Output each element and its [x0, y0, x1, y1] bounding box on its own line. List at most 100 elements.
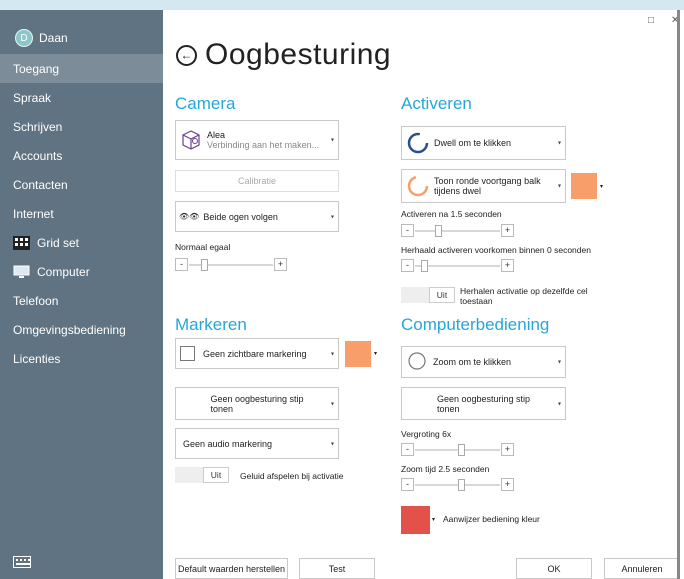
magnifier-icon	[408, 352, 426, 370]
sidebar-item-internet[interactable]: Internet	[0, 199, 163, 228]
slider-thumb[interactable]	[457, 444, 465, 456]
calibration-button[interactable]: Calibratie	[175, 170, 339, 192]
decrease-button[interactable]: -	[401, 443, 414, 456]
decrease-button[interactable]: -	[401, 224, 414, 237]
chevron-down-icon: ▾	[330, 214, 334, 220]
zoom-time-slider[interactable]: - +	[401, 478, 514, 492]
chevron-down-icon: ▾	[330, 441, 334, 447]
zoom-select[interactable]: Zoom om te klikken ▾	[401, 346, 566, 378]
increase-button[interactable]: +	[501, 224, 514, 237]
sidebar-item-schrijven[interactable]: Schrijven	[0, 112, 163, 141]
dwell-circle-icon	[407, 132, 429, 154]
sidebar-item-contacten[interactable]: Contacten	[0, 170, 163, 199]
eye-tracking-label: Beide ogen volgen	[203, 211, 278, 222]
camera-device-status: Verbinding aan het maken...	[207, 140, 320, 150]
activate-after-slider[interactable]: - +	[401, 224, 514, 238]
sidebar-item-label: Computer	[37, 264, 90, 279]
computer-control-heading: Computerbediening	[401, 315, 550, 334]
camera-device-name: Alea	[207, 130, 226, 140]
activate-heading: Activeren	[401, 94, 472, 113]
cancel-button[interactable]: Annuleren	[604, 558, 680, 579]
pointer-color-label: Aanwijzer bediening kleur	[443, 514, 540, 524]
decrease-button[interactable]: -	[175, 258, 188, 271]
sidebar-item-label: Omgevingsbediening	[13, 322, 126, 337]
marking-color-swatch	[345, 341, 371, 367]
marking-color-picker[interactable]: ▾	[342, 338, 380, 369]
progress-line-1: Toon ronde voortgang balk	[434, 176, 541, 186]
magnify-label: Vergroting 6x	[401, 429, 452, 439]
chevron-down-icon: ▾	[600, 184, 604, 190]
sidebar-item-label: Accounts	[13, 148, 63, 163]
audio-marking-select[interactable]: Geen audio markering ▾	[175, 428, 339, 459]
increase-button[interactable]: +	[501, 478, 514, 491]
sidebar-item-label: Telefoon	[13, 293, 59, 308]
eye-tracking-select[interactable]: 👁👁 Beide ogen volgen ▾	[175, 201, 339, 232]
sidebar-item-toegang[interactable]: Toegang	[0, 54, 163, 83]
pointer-color-picker[interactable]: ▾	[401, 503, 439, 534]
progress-bar-select[interactable]: Toon ronde voortgang balk tijdens dwel ▾	[401, 169, 566, 203]
chevron-down-icon: ▾	[557, 140, 561, 147]
increase-button[interactable]: +	[501, 443, 514, 456]
repeat-toggle[interactable]: Uit	[401, 287, 455, 303]
sidebar-item-spraak[interactable]: Spraak	[0, 83, 163, 112]
avatar: D	[15, 29, 33, 47]
sound-toggle-text: Geluid afspelen bij activatie	[240, 471, 344, 481]
keyboard-icon[interactable]	[13, 556, 31, 568]
sidebar-item-accounts[interactable]: Accounts	[0, 141, 163, 170]
camera-cube-icon	[182, 130, 200, 150]
magnify-slider[interactable]: - +	[401, 443, 514, 457]
slider-thumb[interactable]	[421, 260, 429, 272]
repeat-toggle-line-2: toestaan	[460, 296, 493, 306]
toggle-label: Uit	[203, 467, 229, 483]
sidebar-item-omgevingsbediening[interactable]: Omgevingsbediening	[0, 315, 163, 344]
increase-button[interactable]: +	[274, 258, 287, 271]
sidebar-item-label: Schrijven	[13, 119, 63, 134]
chevron-down-icon: ▾	[330, 137, 334, 144]
ok-button[interactable]: OK	[516, 558, 592, 579]
slider-thumb[interactable]	[200, 259, 208, 271]
chevron-down-icon: ▾	[557, 359, 561, 366]
scrollbar[interactable]	[677, 10, 680, 579]
camera-device-select[interactable]: Alea Verbinding aan het maken... ▾	[175, 120, 339, 160]
slider-thumb[interactable]	[457, 479, 465, 491]
sidebar-item-label: Grid set	[37, 235, 80, 250]
chevron-down-icon: ▾	[330, 351, 334, 357]
smoothing-slider[interactable]: - +	[175, 258, 287, 272]
zoom-time-label: Zoom tijd 2.5 seconden	[401, 464, 490, 474]
dwell-select[interactable]: Dwell om te klikken ▾	[401, 126, 566, 160]
activate-after-label: Activeren na 1.5 seconden	[401, 209, 502, 219]
computer-eye-dot-select[interactable]: Geen oogbesturing stip tonen ▾	[401, 387, 566, 420]
sidebar-item-label: Contacten	[13, 177, 68, 192]
progress-color-picker[interactable]: ▾	[569, 169, 607, 203]
progress-ring-icon	[407, 175, 429, 197]
sidebar-item-grid-set[interactable]: Grid set	[0, 228, 163, 257]
back-arrow-icon[interactable]: ←	[176, 44, 197, 66]
sidebar-item-label: Internet	[13, 206, 54, 221]
user-name: Daan	[39, 31, 68, 45]
maximize-button[interactable]: □	[648, 15, 654, 26]
test-button[interactable]: Test	[299, 558, 375, 579]
grid-icon	[13, 235, 30, 250]
slider-thumb[interactable]	[434, 225, 442, 237]
smoothing-label: Normaal egaal	[175, 242, 231, 252]
chevron-down-icon: ▾	[374, 351, 378, 357]
reset-defaults-button[interactable]: Default waarden herstellen	[175, 558, 288, 579]
sidebar-item-label: Licenties	[13, 351, 61, 366]
sidebar-item-licenties[interactable]: Licenties	[0, 344, 163, 373]
sidebar-item-telefoon[interactable]: Telefoon	[0, 286, 163, 315]
chevron-down-icon: ▾	[432, 517, 436, 523]
sidebar-item-label: Toegang	[13, 61, 60, 76]
eye-dot-select[interactable]: Geen oogbesturing stip tonen ▾	[175, 387, 339, 420]
sound-toggle[interactable]: Uit	[175, 467, 229, 483]
decrease-button[interactable]: -	[401, 259, 414, 272]
decrease-button[interactable]: -	[401, 478, 414, 491]
increase-button[interactable]: +	[501, 259, 514, 272]
user-profile[interactable]: D Daan	[15, 29, 68, 47]
repeat-toggle-line-1: Herhalen activatie op dezelfde cel	[460, 286, 588, 296]
sidebar-item-computer[interactable]: Computer	[0, 257, 163, 286]
audio-marking-label: Geen audio markering	[183, 438, 273, 449]
chevron-down-icon: ▾	[557, 401, 561, 407]
markers-heading: Markeren	[175, 315, 247, 334]
repeat-slider[interactable]: - +	[401, 259, 514, 273]
visible-marking-select[interactable]: Geen zichtbare markering ▾	[175, 338, 339, 369]
